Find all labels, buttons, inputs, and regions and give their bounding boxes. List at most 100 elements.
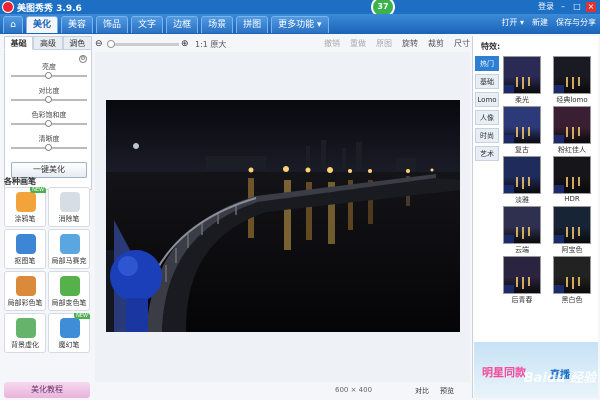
brightness-slider[interactable]: [11, 72, 87, 79]
brightness-control: 亮度: [11, 62, 87, 79]
effect-thumbnail[interactable]: HDR: [551, 156, 593, 204]
effect-thumbnail[interactable]: 淡雅: [501, 156, 543, 204]
effect-categories: 热门基础 Lomo 人像时尚艺术: [475, 56, 499, 164]
actual-size-button[interactable]: 1:1 原大: [195, 39, 226, 50]
effect-preview-image: [553, 106, 591, 144]
subtab-advanced[interactable]: 高级: [33, 36, 63, 50]
tutorial-button[interactable]: 美化教程: [4, 382, 90, 398]
brush-tool[interactable]: 局部彩色笔: [4, 271, 46, 311]
brush-tool[interactable]: 局部变色笔: [48, 271, 90, 311]
effect-thumbnails: 柔光 经典lomo 复古 粉红佳人淡雅 HDR 云端 阿宝色 后青春 黑白色: [501, 56, 597, 304]
photo-canvas[interactable]: [106, 100, 460, 332]
slider-knob[interactable]: [45, 120, 52, 127]
brush-label: 局部彩色笔: [7, 299, 43, 307]
effect-label: 复古: [515, 146, 529, 154]
saturation-slider[interactable]: [11, 120, 87, 127]
watermark: Baidu 经验: [523, 371, 596, 386]
brush-icon: [16, 234, 36, 254]
effect-thumbnail[interactable]: 后青春: [501, 256, 543, 304]
slider-knob[interactable]: [45, 144, 52, 151]
new-badge: NEW: [30, 187, 46, 193]
tab-collage[interactable]: 拼图: [236, 16, 269, 33]
effect-category-tab[interactable]: 热门: [475, 56, 499, 71]
tab-scene[interactable]: 场景: [201, 16, 234, 33]
subtab-basic[interactable]: 基础: [4, 36, 34, 50]
crop-button[interactable]: 裁剪: [428, 38, 444, 49]
contrast-control: 对比度: [11, 86, 87, 103]
effect-preview-image: [553, 156, 591, 194]
brush-tool[interactable]: 背景虚化: [4, 313, 46, 353]
effect-thumbnail[interactable]: 复古: [501, 106, 543, 154]
effect-thumbnail[interactable]: 经典lomo: [551, 56, 593, 104]
subtab-color[interactable]: 调色: [62, 36, 92, 50]
effect-category-tab[interactable]: 时尚: [475, 128, 499, 143]
canvas-toolbar: ⊖ ⊕ 1:1 原大 撤销 重做 原图 旋转 裁剪 尺寸: [95, 36, 470, 52]
home-icon[interactable]: ⌂: [3, 16, 23, 33]
save-share-button[interactable]: 保存与分享: [556, 17, 596, 28]
effect-category-tab[interactable]: 基础: [475, 74, 499, 89]
preview-button[interactable]: 预览: [440, 386, 454, 396]
effect-preview-image: [503, 206, 541, 244]
brush-icon: [16, 276, 36, 296]
effect-thumbnail[interactable]: 黑白色: [551, 256, 593, 304]
tab-beauty[interactable]: 美容: [61, 16, 94, 33]
title-bar: 美图秀秀 3.9.6 登录 – □ ×: [0, 0, 600, 14]
slider-knob[interactable]: [45, 96, 52, 103]
tab-accessories[interactable]: 饰品: [96, 16, 129, 33]
effect-thumbnail[interactable]: 柔光: [501, 56, 543, 104]
effect-label: HDR: [564, 195, 580, 203]
brush-tool[interactable]: 魔幻笔 NEW: [48, 313, 90, 353]
minimize-icon[interactable]: –: [558, 2, 568, 12]
tab-text[interactable]: 文字: [131, 16, 164, 33]
effect-thumbnail[interactable]: 阿宝色: [551, 206, 593, 254]
effect-label: 经典lomo: [556, 96, 588, 104]
brush-icon: [60, 192, 80, 212]
sharpness-slider[interactable]: [11, 144, 87, 151]
zoom-out-icon[interactable]: ⊖: [95, 39, 105, 49]
tab-beautify[interactable]: 美化: [26, 16, 59, 33]
original-button[interactable]: 原图: [376, 38, 392, 49]
resize-button[interactable]: 尺寸: [454, 38, 470, 49]
brush-grid: 涂鸦笔 NEW 消除笔抠图笔 局部马赛克局部彩色笔 局部变色笔背景虚化 魔幻笔 NEW: [4, 187, 92, 353]
brush-tool[interactable]: 局部马赛克: [48, 229, 90, 269]
brush-label: 背景虚化: [11, 341, 39, 349]
zoom-slider[interactable]: [107, 39, 179, 48]
tab-border[interactable]: 边框: [166, 16, 199, 33]
tab-more[interactable]: 更多功能 ▾: [271, 16, 329, 33]
effect-preview-image: [503, 156, 541, 194]
effect-label: 黑白色: [561, 296, 583, 304]
effect-label: 淡雅: [515, 196, 529, 204]
brightness-label: 亮度: [42, 63, 56, 71]
effect-thumbnail[interactable]: 粉红佳人: [551, 106, 593, 154]
redo-button[interactable]: 重做: [350, 38, 366, 49]
brush-section-title: 各种画笔: [4, 177, 36, 186]
maximize-icon[interactable]: □: [572, 2, 582, 12]
brush-tool[interactable]: 消除笔: [48, 187, 90, 227]
brush-tool[interactable]: 抠图笔: [4, 229, 46, 269]
account-link[interactable]: 登录: [538, 1, 554, 12]
brush-tool[interactable]: 涂鸦笔 NEW: [4, 187, 46, 227]
undo-button[interactable]: 撤销: [324, 38, 340, 49]
contrast-slider[interactable]: [11, 96, 87, 103]
brush-icon: [60, 234, 80, 254]
new-button[interactable]: 新建: [532, 17, 548, 28]
effect-thumbnail[interactable]: 云端: [501, 206, 543, 254]
effect-category-tab[interactable]: Lomo: [475, 92, 499, 107]
rotate-button[interactable]: 旋转: [402, 38, 418, 49]
brush-label: 局部马赛克: [51, 257, 87, 265]
brush-label: 抠图笔: [14, 257, 36, 265]
effect-preview-image: [553, 56, 591, 94]
effect-category-tab[interactable]: 人像: [475, 110, 499, 125]
zoom-knob[interactable]: [107, 39, 115, 48]
night-harbor-photo: [106, 100, 460, 332]
slider-knob[interactable]: [45, 72, 52, 79]
close-icon[interactable]: ×: [586, 1, 596, 12]
effects-title: 特效:: [481, 42, 501, 51]
image-dimensions: 600 × 400: [335, 386, 373, 394]
compare-button[interactable]: 对比: [415, 386, 429, 396]
zoom-in-icon[interactable]: ⊕: [181, 39, 191, 49]
effect-category-tab[interactable]: 艺术: [475, 146, 499, 161]
open-button[interactable]: 打开 ▾: [501, 17, 524, 28]
sharpness-control: 清晰度: [11, 134, 87, 151]
status-bar: 600 × 400 对比 预览: [95, 384, 470, 398]
